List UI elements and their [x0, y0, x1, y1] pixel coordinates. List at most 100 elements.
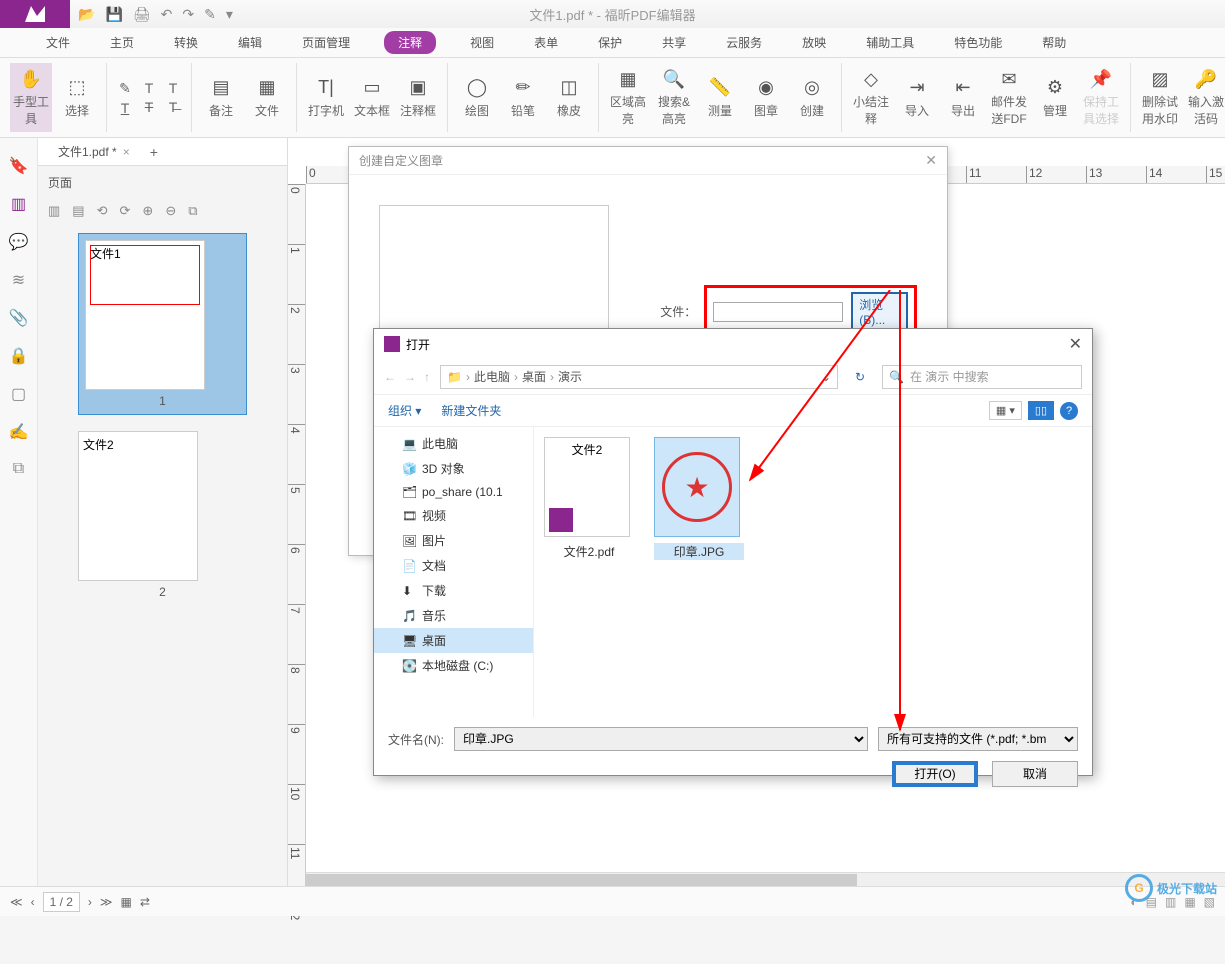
tree-item[interactable]: 🖥桌面: [374, 628, 533, 653]
menu-help[interactable]: 帮助: [1036, 30, 1072, 55]
nav-clipboard-icon[interactable]: ⧉: [13, 460, 24, 478]
nav-attach-icon[interactable]: 📎: [9, 308, 29, 328]
tool-create[interactable]: ◎创建: [791, 63, 833, 132]
tool-commentbox[interactable]: ▣注释框: [397, 63, 439, 132]
breadcrumb[interactable]: 📁› 此电脑› 桌面› 演示 ⌄: [440, 365, 838, 389]
close-icon[interactable]: ✕: [925, 152, 937, 169]
nav-field-icon[interactable]: ▢: [11, 384, 26, 404]
toggle-icon[interactable]: ⇄: [140, 895, 150, 909]
horizontal-scrollbar[interactable]: [306, 872, 1225, 886]
nav-pages-icon[interactable]: ▥: [11, 194, 26, 214]
close-tab-icon[interactable]: ×: [123, 145, 130, 159]
preview-pane-icon[interactable]: ▯▯: [1028, 401, 1054, 420]
text-tools-2[interactable]: TT: [139, 63, 159, 132]
menu-protect[interactable]: 保护: [592, 30, 628, 55]
thumb-tool-icon[interactable]: ▤: [72, 203, 84, 219]
tool-file[interactable]: ▦文件: [246, 63, 288, 132]
menu-share[interactable]: 共享: [656, 30, 692, 55]
cancel-button[interactable]: 取消: [992, 761, 1078, 787]
file-item[interactable]: 文件2文件2.pdf: [544, 437, 634, 560]
menu-accessibility[interactable]: 辅助工具: [860, 30, 920, 55]
menu-cloud[interactable]: 云服务: [720, 30, 768, 55]
tool-hand[interactable]: ✋手型工具: [10, 63, 52, 132]
qat-more-icon[interactable]: ▾: [226, 6, 233, 23]
tool-textbox[interactable]: ▭文本框: [351, 63, 393, 132]
nav-back-icon[interactable]: ←: [384, 370, 396, 384]
tool-area-highlight[interactable]: ▦区域高亮: [607, 63, 649, 132]
last-page-icon[interactable]: ≫: [100, 895, 113, 909]
tree-item[interactable]: 💽本地磁盘 (C:): [374, 653, 533, 678]
tool-manage[interactable]: ⚙管理: [1034, 63, 1076, 132]
new-tab-icon[interactable]: +: [150, 144, 158, 160]
page-indicator[interactable]: 1 / 2: [43, 892, 80, 912]
tool-del-watermark[interactable]: ▨删除试用水印: [1139, 63, 1181, 132]
menu-convert[interactable]: 转换: [168, 30, 204, 55]
search-input[interactable]: 🔍在 演示 中搜索: [882, 365, 1082, 389]
view-mode-icon[interactable]: ▦ ▾: [989, 401, 1022, 420]
tool-select[interactable]: ⬚选择: [56, 63, 98, 132]
qat-print-icon[interactable]: 🖨: [133, 6, 151, 23]
tree-item[interactable]: 🎵音乐: [374, 603, 533, 628]
tree-item[interactable]: 🎞视频: [374, 503, 533, 528]
menu-edit[interactable]: 编辑: [232, 30, 268, 55]
filetype-select[interactable]: 所有可支持的文件 (*.pdf; *.bm: [878, 727, 1078, 751]
filename-input[interactable]: 印章.JPG: [454, 727, 868, 751]
tool-draw[interactable]: ◯绘图: [456, 63, 498, 132]
tool-sendfdf[interactable]: ✉邮件发送FDF: [988, 63, 1030, 132]
tool-stamp[interactable]: ◉图章: [745, 63, 787, 132]
menu-features[interactable]: 特色功能: [948, 30, 1008, 55]
organize-menu[interactable]: 组织 ▾: [388, 402, 421, 419]
nav-forward-icon[interactable]: →: [404, 370, 416, 384]
thumb-tool-icon[interactable]: ⟳: [120, 203, 131, 219]
nav-up-icon[interactable]: ↑: [424, 370, 430, 384]
nav-security-icon[interactable]: 🔒: [9, 346, 29, 366]
thumb-tool-icon[interactable]: ⧉: [188, 203, 197, 219]
nav-bookmark-icon[interactable]: 🔖: [9, 156, 29, 176]
tree-item[interactable]: 🖼图片: [374, 528, 533, 553]
menu-slideshow[interactable]: 放映: [796, 30, 832, 55]
marquee-icon[interactable]: ▦: [120, 895, 131, 909]
menu-form[interactable]: 表单: [528, 30, 564, 55]
qat-undo-icon[interactable]: ↶: [161, 6, 173, 23]
new-folder-button[interactable]: 新建文件夹: [441, 402, 501, 419]
tree-item[interactable]: 💻此电脑: [374, 431, 533, 456]
file-input[interactable]: [713, 302, 843, 322]
thumb-tool-icon[interactable]: ⊖: [165, 203, 176, 219]
menu-annotate[interactable]: 注释: [384, 31, 436, 54]
qat-open-icon[interactable]: 📂: [78, 6, 95, 23]
tree-item[interactable]: 📄文档: [374, 553, 533, 578]
tree-item[interactable]: 🗂po_share (10.1: [374, 481, 533, 503]
refresh-icon[interactable]: ↻: [848, 370, 872, 384]
close-icon[interactable]: ✕: [1069, 334, 1082, 354]
open-button[interactable]: 打开(O): [892, 761, 978, 787]
next-page-icon[interactable]: ›: [88, 895, 92, 909]
thumb-tool-icon[interactable]: ⟲: [97, 203, 108, 219]
page-thumbnail-2[interactable]: 文件2 2: [78, 431, 247, 599]
tool-activate[interactable]: 🔑输入激活码: [1185, 63, 1225, 132]
chevron-down-icon[interactable]: ⌄: [821, 370, 831, 384]
tree-item[interactable]: ⬇下载: [374, 578, 533, 603]
thumb-tool-icon[interactable]: ▥: [48, 203, 60, 219]
tool-pencil[interactable]: ✏铅笔: [502, 63, 544, 132]
menu-home[interactable]: 主页: [104, 30, 140, 55]
tool-import[interactable]: ⇥导入: [896, 63, 938, 132]
file-item[interactable]: ★印章.JPG: [654, 437, 744, 560]
menu-pages[interactable]: 页面管理: [296, 30, 356, 55]
tool-export[interactable]: ⇤导出: [942, 63, 984, 132]
browse-button[interactable]: 浏览(B)...: [851, 292, 908, 331]
nav-layers-icon[interactable]: ≋: [12, 270, 25, 290]
tool-note[interactable]: ▤备注: [200, 63, 242, 132]
menu-view[interactable]: 视图: [464, 30, 500, 55]
qat-brush-icon[interactable]: ✎: [204, 6, 216, 23]
text-tools[interactable]: ✎T: [115, 63, 135, 132]
qat-save-icon[interactable]: 💾: [105, 6, 122, 23]
prev-page-icon[interactable]: ‹: [31, 895, 35, 909]
qat-redo-icon[interactable]: ↷: [182, 6, 194, 23]
help-icon[interactable]: ?: [1060, 402, 1078, 420]
nav-sign-icon[interactable]: ✍: [9, 422, 29, 442]
menu-file[interactable]: 文件: [40, 30, 76, 55]
text-tools-3[interactable]: TT̶: [163, 63, 183, 132]
tool-summary[interactable]: ◇小结注释: [850, 63, 892, 132]
tool-measure[interactable]: 📏测量: [699, 63, 741, 132]
page-thumbnail-1[interactable]: 文件1 1: [78, 233, 247, 415]
